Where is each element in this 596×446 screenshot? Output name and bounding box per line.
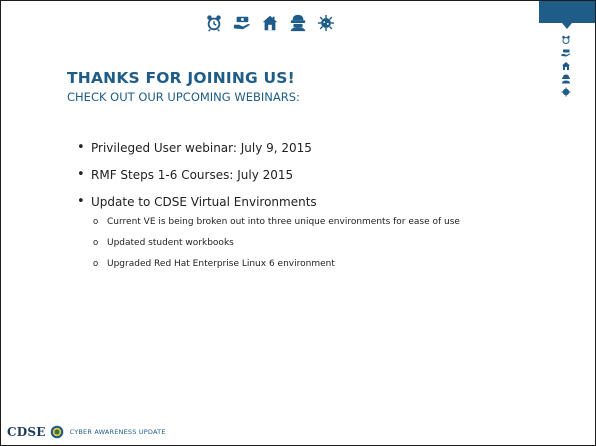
corner-tab [539, 1, 595, 23]
sub-bullet-item: Upgraded Red Hat Enterprise Linux 6 envi… [91, 259, 460, 269]
hacker-icon [290, 14, 306, 32]
footer-label: CYBER AWARENESS UPDATE [69, 428, 166, 436]
header-icon-bar [1, 1, 539, 45]
virus-icon [317, 14, 335, 32]
bullet-item: Privileged User webinar: July 9, 2015 [77, 140, 460, 155]
slide-subtitle: CHECK OUT OUR UPCOMING WEBINARS: [67, 90, 300, 104]
bullet-text: Update to CDSE Virtual Environments [91, 195, 317, 209]
sub-bullet-list: Current VE is being broken out into thre… [91, 217, 460, 269]
home-icon [262, 15, 278, 31]
hacker-icon [562, 74, 570, 84]
money-hand-icon [561, 49, 571, 57]
slide-title: THANKS FOR JOINING US! [67, 69, 295, 87]
sub-bullet-item: Current VE is being broken out into thre… [91, 217, 460, 227]
bullet-item: Update to CDSE Virtual Environments Curr… [77, 194, 460, 269]
alarm-clock-icon [562, 35, 570, 44]
cdse-logo: CDSE [7, 425, 46, 439]
bullet-text: Privileged User webinar: July 9, 2015 [91, 141, 312, 155]
seal-icon [50, 425, 63, 439]
bullet-text: RMF Steps 1-6 Courses: July 2015 [91, 168, 294, 182]
bullet-list: Privileged User webinar: July 9, 2015 RM… [77, 140, 460, 282]
home-icon [562, 62, 570, 70]
corner-arrow-icon [562, 23, 572, 29]
slide: THANKS FOR JOINING US! CHECK OUT OUR UPC… [0, 0, 596, 446]
money-hand-icon [233, 16, 251, 30]
bullet-item: RMF Steps 1-6 Courses: July 2015 [77, 167, 460, 182]
side-icon-column [561, 35, 573, 97]
alarm-clock-icon [207, 15, 221, 32]
footer: CDSE CYBER AWARENESS UPDATE [7, 425, 166, 439]
sub-bullet-item: Updated student workbooks [91, 238, 460, 248]
virus-icon [561, 87, 571, 97]
